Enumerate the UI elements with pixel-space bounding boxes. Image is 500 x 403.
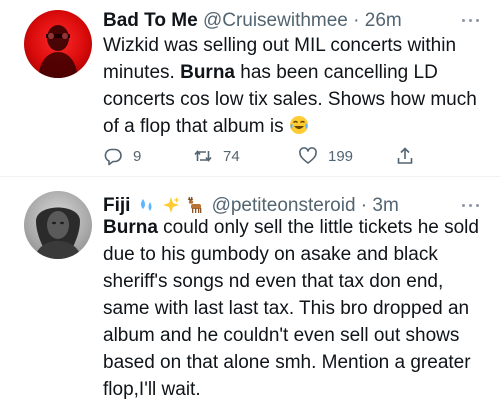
retweet-button[interactable]: 74 [193,143,240,169]
avatar[interactable] [24,191,92,259]
more-options-icon[interactable] [462,18,480,24]
tweet-header: Bad To Me @Cruisewithmee · 26m [103,9,456,33]
separator-dot: · [353,10,360,31]
heart-icon [299,147,317,164]
like-count: 199 [328,147,354,165]
avatar[interactable] [24,10,92,78]
share-icon [397,147,413,164]
tweet-text: Wizkid was selling out MIL concerts with… [103,32,493,140]
timestamp[interactable]: 3m [372,195,398,216]
retweet-count: 74 [223,147,240,165]
tweet[interactable]: Fiji @petiteonsteroid · 3m Burna could o… [0,178,500,400]
face-with-tears-of-joy-icon [289,116,308,134]
tweet-text-part: could only sell the little tickets he so… [103,217,479,400]
separator-dot: · [360,195,368,216]
display-name[interactable]: Fiji [103,195,130,216]
reply-count: 9 [133,147,142,165]
deer-icon [188,196,202,213]
tweet-actions: 9 74 199 [103,143,423,169]
tweet-text: Burna could only sell the little tickets… [103,214,493,403]
sparkles-icon [163,197,180,213]
username-handle[interactable]: @Cruisewithmee [203,10,348,31]
retweet-icon [194,150,212,162]
tweet-divider [0,176,500,177]
tweet[interactable]: Bad To Me @Cruisewithmee · 26m Wizkid wa… [0,0,500,177]
share-button[interactable] [395,143,425,169]
reply-icon [104,148,122,166]
tweet-text-bold: Burna [103,217,158,238]
tweet-text-bold: Burna [180,62,235,83]
sweat-droplets-icon [140,199,152,211]
like-button[interactable]: 199 [298,143,353,169]
username-handle[interactable]: @petiteonsteroid [212,195,356,216]
more-options-icon[interactable] [462,203,480,209]
reply-button[interactable]: 9 [103,143,141,169]
timestamp[interactable]: 26m [365,10,402,31]
display-name[interactable]: Bad To Me [103,10,198,31]
